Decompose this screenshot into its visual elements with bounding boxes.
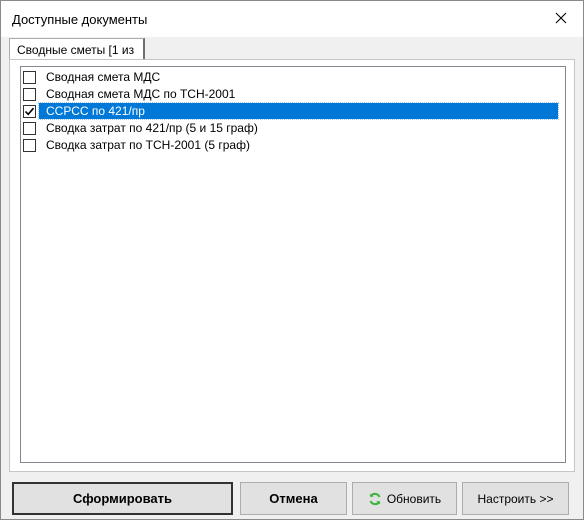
- refresh-button-label: Обновить: [386, 491, 442, 506]
- close-button[interactable]: [539, 1, 583, 37]
- list-item[interactable]: Сводная смета МДС по ТСН-2001: [21, 86, 565, 103]
- form-button-label: Сформировать: [72, 491, 173, 506]
- checkbox[interactable]: [23, 139, 36, 152]
- list-item-selected[interactable]: ССРСС по 421/пр: [21, 102, 565, 120]
- settings-button-label: Настроить >>: [477, 491, 554, 506]
- title-bar: Доступные документы: [1, 1, 583, 37]
- dialog-window: Доступные документы Сводные сметы [1 из …: [0, 0, 584, 520]
- refresh-button[interactable]: Обновить: [352, 482, 457, 515]
- form-button[interactable]: Сформировать: [12, 482, 233, 515]
- cancel-button[interactable]: Отмена: [240, 482, 347, 515]
- tab-panel: Сводная смета МДС Сводная смета МДС по Т…: [9, 59, 575, 472]
- refresh-icon: [368, 492, 382, 506]
- list-item-label: Сводка затрат по ТСН-2001 (5 граф): [46, 138, 250, 152]
- checkmark-icon: [24, 107, 35, 116]
- checkbox[interactable]: [23, 88, 36, 101]
- list-item-label: ССРСС по 421/пр: [38, 102, 559, 120]
- documents-list[interactable]: Сводная смета МДС Сводная смета МДС по Т…: [20, 66, 566, 463]
- checkbox[interactable]: [23, 71, 36, 84]
- cancel-button-label: Отмена: [269, 491, 318, 506]
- close-icon: [555, 12, 567, 27]
- checkbox[interactable]: [23, 122, 36, 135]
- list-item[interactable]: Сводка затрат по 421/пр (5 и 15 граф): [21, 120, 565, 137]
- checkbox-checked[interactable]: [23, 105, 36, 118]
- window-title: Доступные документы: [12, 12, 148, 27]
- list-item-label: Сводная смета МДС по ТСН-2001: [46, 87, 236, 101]
- list-item-label: Сводка затрат по 421/пр (5 и 15 граф): [46, 121, 258, 135]
- list-item[interactable]: Сводная смета МДС: [21, 69, 565, 86]
- tab-summary-estimates[interactable]: Сводные сметы [1 из 5]: [9, 38, 145, 71]
- list-item-label: Сводная смета МДС: [46, 70, 161, 84]
- list-item[interactable]: Сводка затрат по ТСН-2001 (5 граф): [21, 137, 565, 154]
- settings-button[interactable]: Настроить >>: [462, 482, 569, 515]
